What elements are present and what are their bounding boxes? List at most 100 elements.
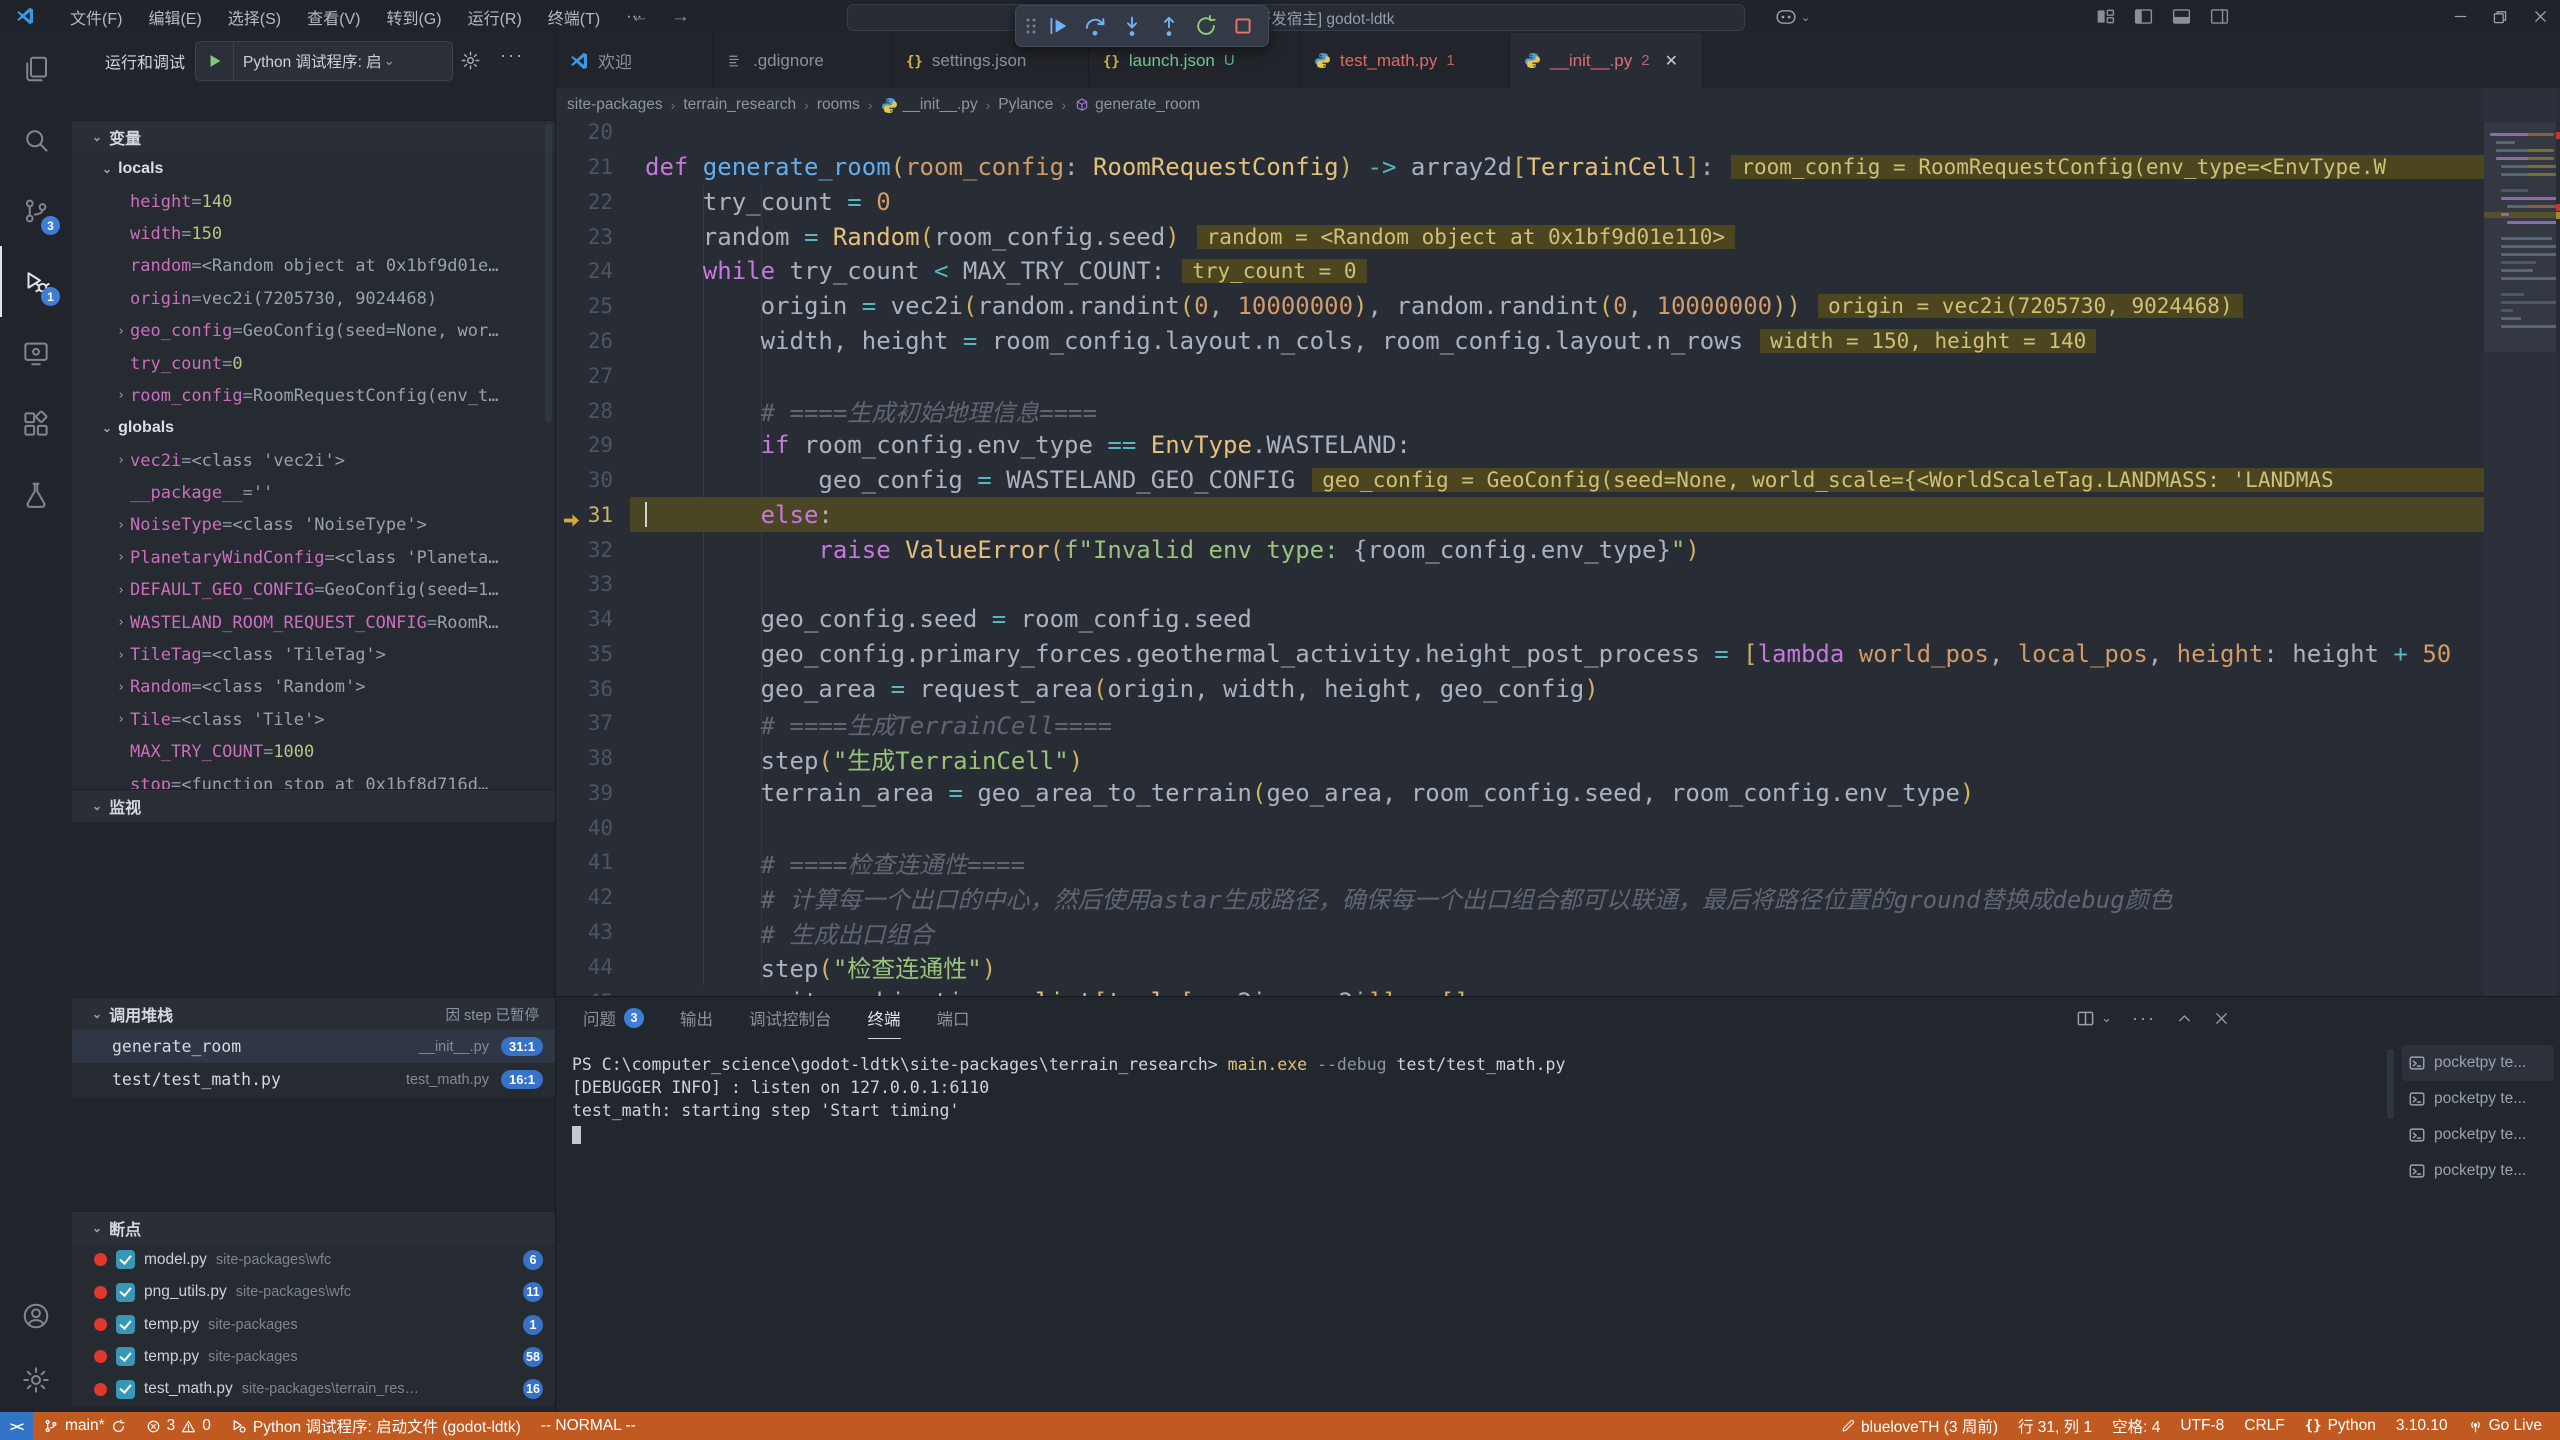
command-center-search[interactable]: [扩展开发宿主] godot-ldtk — [847, 4, 1745, 31]
chevron-down-icon[interactable]: ⌄ — [2101, 1010, 2112, 1026]
variable-row[interactable]: ›vec2i = <class 'vec2i'> — [72, 445, 555, 477]
code-line-31[interactable]: 31 else: — [555, 497, 2484, 532]
tab-welcome[interactable]: 欢迎 — [555, 33, 713, 88]
activity-item-run-debug[interactable]: 1 — [0, 246, 72, 317]
status-cursor-position[interactable]: 行 31, 列 1 — [2008, 1412, 2102, 1440]
close-button[interactable] — [2520, 0, 2560, 33]
panel-tab-debug-console[interactable]: 调试控制台 — [749, 997, 832, 1039]
panel-tab-problems[interactable]: 问题3 — [583, 997, 644, 1039]
launch-config-dropdown[interactable]: Python 调试程序: 启 ⌄ — [195, 41, 453, 81]
code-line-44[interactable]: 44 step("检查连通性") — [555, 949, 2484, 984]
restart-button[interactable] — [1187, 8, 1224, 44]
code-line-35[interactable]: 35 geo_config.primary_forces.geothermal_… — [555, 636, 2484, 671]
step-into-button[interactable] — [1113, 8, 1150, 44]
menu-item-1[interactable]: 编辑(E) — [135, 0, 214, 33]
variable-row[interactable]: random = <Random object at 0x1bf9d01e… — [72, 250, 555, 282]
status-problems[interactable]: 30 — [136, 1412, 221, 1440]
toggle-secondary-sidebar-icon[interactable] — [2209, 6, 2230, 27]
variable-row[interactable]: stop = <function stop at 0x1bf8d716d… — [72, 768, 555, 789]
breakpoint-checkbox[interactable] — [116, 1250, 135, 1269]
menu-item-3[interactable]: 查看(V) — [294, 0, 373, 33]
breadcrumb-item-init-py[interactable]: __init__.py — [881, 96, 978, 114]
start-debug-icon[interactable] — [206, 52, 224, 70]
variable-row[interactable]: origin = vec2i(7205730, 9024468) — [72, 283, 555, 315]
terminal-instance[interactable]: pocketpy te... — [2402, 1153, 2554, 1189]
status-git-blame[interactable]: blueloveTH (3 周前) — [1831, 1412, 2008, 1440]
sidebar-scrollbar[interactable] — [545, 123, 552, 423]
callstack-frame[interactable]: generate_room__init__.py31:1 — [72, 1030, 555, 1063]
close-panel-icon[interactable] — [2213, 1010, 2230, 1027]
variable-row[interactable]: MAX_TRY_COUNT = 1000 — [72, 736, 555, 768]
code-line-37[interactable]: 37 # ====生成TerrainCell==== — [555, 706, 2484, 741]
status-language[interactable]: {}Python — [2295, 1412, 2386, 1440]
status-encoding[interactable]: UTF-8 — [2170, 1412, 2234, 1440]
code-line-27[interactable]: 27 — [555, 358, 2484, 393]
menu-item-6[interactable]: 终端(T) — [535, 0, 613, 33]
tab-test-math-py[interactable]: test_math.py1 — [1300, 33, 1510, 88]
code-line-32[interactable]: 32 raise ValueError(f"Invalid env type: … — [555, 532, 2484, 567]
code-line-45[interactable]: 45 exit_combinations: list[tuple[vec2i, … — [555, 984, 2484, 996]
status-indentation[interactable]: 空格: 4 — [2102, 1412, 2170, 1440]
code-line-26[interactable]: 26 width, height = room_config.layout.n_… — [555, 324, 2484, 359]
activity-item-remote-explorer[interactable] — [0, 317, 72, 388]
breakpoint-checkbox[interactable] — [116, 1315, 135, 1334]
watch-section-header[interactable]: ⌄ 监视 — [72, 789, 555, 822]
code-line-23[interactable]: 23 random = Random(room_config.seed)rand… — [555, 219, 2484, 254]
tab-init-py[interactable]: __init__.py2✕ — [1510, 33, 1703, 88]
more-actions-icon[interactable]: ··· — [500, 45, 524, 66]
menu-item-2[interactable]: 选择(S) — [215, 0, 294, 33]
terminal-instance[interactable]: pocketpy te... — [2402, 1045, 2554, 1081]
code-line-28[interactable]: 28 # ====生成初始地理信息==== — [555, 393, 2484, 428]
activity-item-explorer[interactable] — [0, 33, 72, 104]
scope-row-globals[interactable]: ⌄globals — [72, 412, 555, 444]
step-over-button[interactable] — [1076, 8, 1113, 44]
breadcrumb-item-generate-room[interactable]: generate_room — [1074, 96, 1200, 114]
breakpoint-row[interactable]: model.pysite-packages\wfc6 — [72, 1244, 555, 1276]
activity-item-account[interactable] — [0, 1284, 72, 1348]
more-actions-icon[interactable]: ··· — [2132, 1008, 2156, 1029]
code-line-34[interactable]: 34 geo_config.seed = room_config.seed — [555, 602, 2484, 637]
close-icon[interactable]: ✕ — [1665, 51, 1678, 71]
restore-button[interactable] — [2480, 0, 2520, 33]
variable-row[interactable]: ›Tile = <class 'Tile'> — [72, 704, 555, 736]
panel-tab-terminal[interactable]: 终端 — [868, 997, 901, 1039]
code-line-24[interactable]: 24 while try_count < MAX_TRY_COUNT:try_c… — [555, 254, 2484, 289]
breakpoint-checkbox[interactable] — [116, 1283, 135, 1302]
terminal-scrollbar[interactable] — [2387, 1049, 2394, 1119]
variable-row[interactable]: ›NoiseType = <class 'NoiseType'> — [72, 509, 555, 541]
code-line-38[interactable]: 38 step("生成TerrainCell") — [555, 741, 2484, 776]
stop-button[interactable] — [1224, 8, 1261, 44]
variable-row[interactable]: ›room_config = RoomRequestConfig(env_t… — [72, 380, 555, 412]
menu-item-0[interactable]: 文件(F) — [57, 0, 135, 33]
continue-button[interactable] — [1039, 8, 1076, 44]
variable-row[interactable]: ›PlanetaryWindConfig = <class 'Planeta… — [72, 542, 555, 574]
menu-item-5[interactable]: 运行(R) — [455, 0, 535, 33]
terminal-instance[interactable]: pocketpy te... — [2402, 1081, 2554, 1117]
minimap[interactable] — [2484, 88, 2556, 996]
variable-row[interactable]: ›Random = <class 'Random'> — [72, 671, 555, 703]
code-line-36[interactable]: 36 geo_area = request_area(origin, width… — [555, 671, 2484, 706]
callstack-frame[interactable]: test/test_math.pytest_math.py16:1 — [72, 1063, 555, 1096]
terminal-output[interactable]: PS C:\computer_science\godot-ldtk\site-p… — [572, 1053, 1565, 1145]
code-line-21[interactable]: 21def generate_room(room_config: RoomReq… — [555, 150, 2484, 185]
code-line-39[interactable]: 39 terrain_area = geo_area_to_terrain(ge… — [555, 776, 2484, 811]
callstack-section-header[interactable]: ⌄ 调用堆栈 因 step 已暂停 — [72, 997, 555, 1030]
variable-row[interactable]: try_count = 0 — [72, 347, 555, 379]
code-line-22[interactable]: 22 try_count = 0 — [555, 185, 2484, 220]
gear-icon[interactable] — [460, 50, 481, 71]
customize-layout-icon[interactable] — [2095, 6, 2116, 27]
activity-item-testing[interactable] — [0, 459, 72, 530]
toggle-sidebar-icon[interactable] — [2133, 6, 2154, 27]
remote-indicator[interactable]: >< — [0, 1412, 33, 1440]
breakpoint-row[interactable]: temp.pysite-packages1 — [72, 1308, 555, 1340]
variable-row[interactable]: ›geo_config = GeoConfig(seed=None, wor… — [72, 315, 555, 347]
status-go-live[interactable]: Go Live — [2458, 1412, 2552, 1440]
tab-gdignore[interactable]: .gdignore — [713, 33, 892, 88]
nav-back-icon[interactable]: ← — [630, 6, 649, 28]
breadcrumb-item-rooms[interactable]: rooms — [817, 96, 860, 114]
code-line-25[interactable]: 25 origin = vec2i(random.randint(0, 1000… — [555, 289, 2484, 324]
breakpoints-section-header[interactable]: ⌄ 断点 — [72, 1211, 555, 1244]
maximize-panel-icon[interactable] — [2176, 1010, 2193, 1027]
status-python-version[interactable]: 3.10.10 — [2386, 1412, 2458, 1440]
breadcrumb-item-terrain-research[interactable]: terrain_research — [683, 96, 796, 114]
